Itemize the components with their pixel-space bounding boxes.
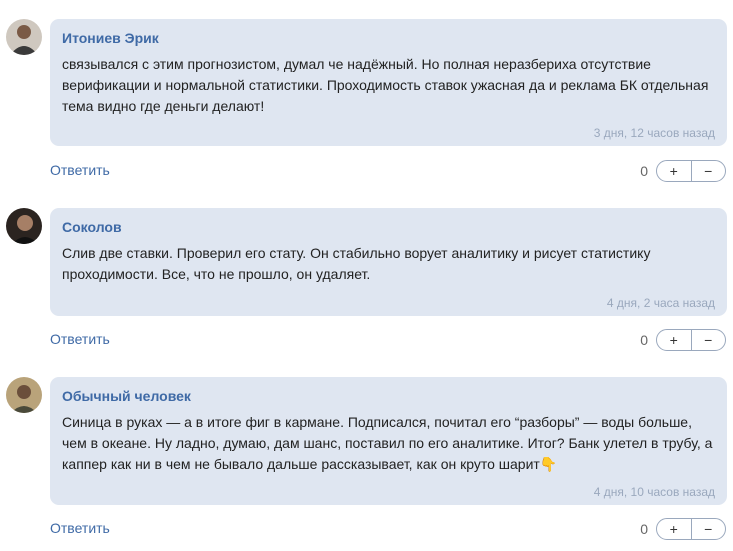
- comment-timestamp: 4 дня, 2 часа назад: [606, 296, 715, 310]
- comment-bubble: Соколов Слив две ставки. Проверил его ст…: [50, 208, 727, 316]
- rating-score: 0: [640, 163, 648, 179]
- comment-timestamp: 3 дня, 12 часов назад: [593, 126, 715, 140]
- downvote-button[interactable]: −: [690, 330, 726, 350]
- downvote-button[interactable]: −: [690, 161, 726, 181]
- avatar[interactable]: [6, 377, 42, 413]
- avatar[interactable]: [6, 208, 42, 244]
- rating-score: 0: [640, 521, 648, 537]
- reply-link[interactable]: Ответить: [50, 331, 110, 347]
- upvote-button[interactable]: +: [657, 161, 691, 181]
- comment-text: Синица в руках — а в итоге фиг в кармане…: [62, 414, 713, 472]
- vote-buttons: + −: [656, 518, 726, 540]
- rating: 0 + −: [640, 160, 726, 182]
- rating-score: 0: [640, 332, 648, 348]
- comment-text: связывался с этим прогнозистом, думал че…: [62, 56, 709, 114]
- avatar[interactable]: [6, 19, 42, 55]
- vote-buttons: + −: [656, 329, 726, 351]
- rating: 0 + −: [640, 518, 726, 540]
- comment-author[interactable]: Обычный человек: [62, 387, 715, 405]
- comment-text: Слив две ставки. Проверил его стату. Он …: [62, 245, 651, 282]
- rating: 0 + −: [640, 329, 726, 351]
- upvote-button[interactable]: +: [657, 330, 691, 350]
- reply-link[interactable]: Ответить: [50, 162, 110, 178]
- comment-author[interactable]: Соколов: [62, 218, 715, 236]
- comment-timestamp: 4 дня, 10 часов назад: [593, 485, 715, 499]
- vote-buttons: + −: [656, 160, 726, 182]
- upvote-button[interactable]: +: [657, 519, 691, 539]
- comment-bubble: Итониев Эрик связывался с этим прогнозис…: [50, 19, 727, 146]
- comment-author[interactable]: Итониев Эрик: [62, 29, 715, 47]
- reply-link[interactable]: Ответить: [50, 520, 110, 536]
- downvote-button[interactable]: −: [690, 519, 726, 539]
- comment-bubble: Обычный человек Синица в руках — а в ито…: [50, 377, 727, 505]
